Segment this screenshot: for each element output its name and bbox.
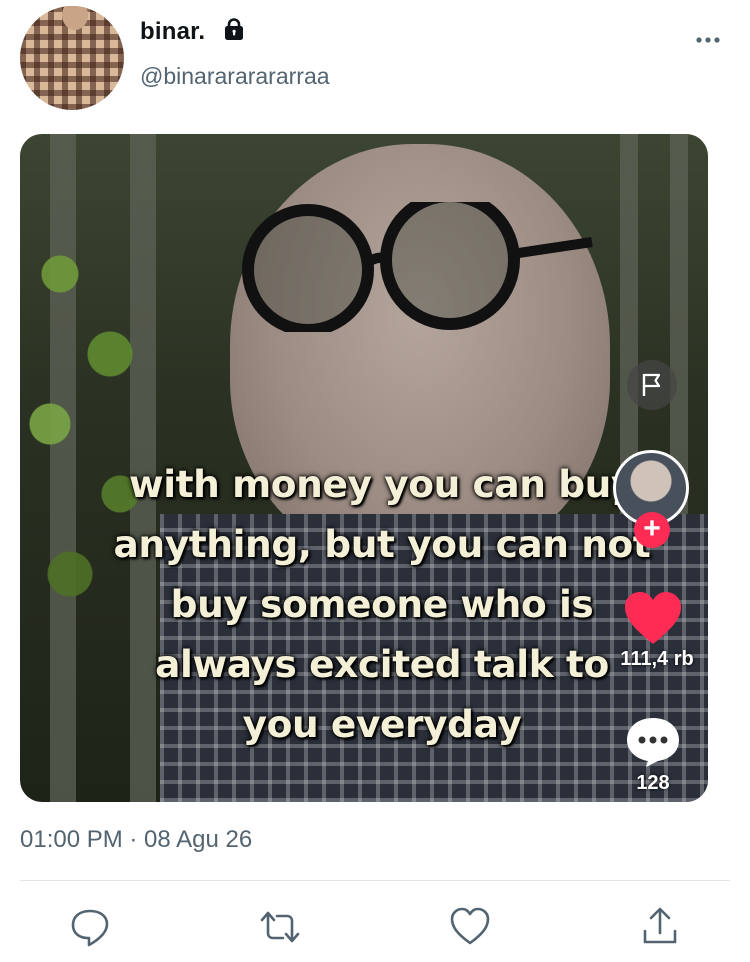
comment-bubble-icon[interactable] (624, 715, 682, 769)
comment-count: 128 (636, 772, 670, 794)
tweet-timestamp[interactable]: 01:00 PM · 08 Agu 26 (20, 826, 252, 854)
share-icon[interactable] (638, 905, 682, 949)
reply-icon[interactable] (68, 905, 112, 949)
lock-icon (225, 18, 243, 40)
like-icon[interactable] (448, 905, 492, 949)
more-horizontal-icon[interactable] (694, 30, 722, 50)
like-count: 111,4 rb (620, 648, 694, 670)
video-caption: with money you can buy anything, but you… (113, 462, 651, 746)
author-handle[interactable]: @binarararararraa (140, 63, 330, 90)
flag-icon (642, 373, 661, 396)
retweet-icon[interactable] (258, 905, 302, 949)
plus-icon: + (643, 512, 661, 545)
report-button[interactable] (627, 360, 677, 410)
heart-icon[interactable] (623, 590, 683, 646)
tweet-media[interactable]: with money you can buy anything, but you… (20, 134, 708, 802)
author-avatar[interactable] (20, 6, 124, 110)
glasses (242, 202, 593, 332)
follow-button[interactable]: + (634, 512, 670, 548)
divider (20, 880, 730, 881)
author-display-name[interactable]: binar. (140, 18, 205, 46)
